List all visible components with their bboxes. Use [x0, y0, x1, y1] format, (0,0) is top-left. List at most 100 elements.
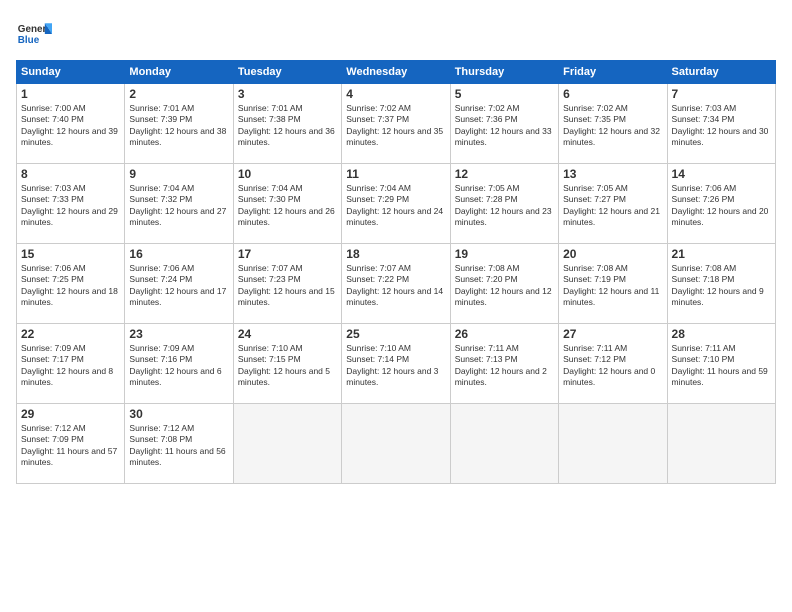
day-info: Sunrise: 7:09 AM Sunset: 7:17 PM Dayligh…: [21, 343, 120, 389]
logo-icon: General Blue: [16, 16, 52, 52]
table-row: 30 Sunrise: 7:12 AM Sunset: 7:08 PM Dayl…: [125, 404, 233, 484]
table-row: [559, 404, 667, 484]
table-row: 27 Sunrise: 7:11 AM Sunset: 7:12 PM Dayl…: [559, 324, 667, 404]
day-info: Sunrise: 7:00 AM Sunset: 7:40 PM Dayligh…: [21, 103, 120, 149]
day-number: 4: [346, 87, 445, 101]
day-number: 28: [672, 327, 771, 341]
day-number: 8: [21, 167, 120, 181]
table-row: 24 Sunrise: 7:10 AM Sunset: 7:15 PM Dayl…: [233, 324, 341, 404]
day-number: 12: [455, 167, 554, 181]
table-row: 8 Sunrise: 7:03 AM Sunset: 7:33 PM Dayli…: [17, 164, 125, 244]
table-row: 22 Sunrise: 7:09 AM Sunset: 7:17 PM Dayl…: [17, 324, 125, 404]
day-info: Sunrise: 7:07 AM Sunset: 7:23 PM Dayligh…: [238, 263, 337, 309]
table-row: 18 Sunrise: 7:07 AM Sunset: 7:22 PM Dayl…: [342, 244, 450, 324]
table-row: 21 Sunrise: 7:08 AM Sunset: 7:18 PM Dayl…: [667, 244, 775, 324]
table-row: 7 Sunrise: 7:03 AM Sunset: 7:34 PM Dayli…: [667, 84, 775, 164]
day-number: 6: [563, 87, 662, 101]
day-number: 2: [129, 87, 228, 101]
day-info: Sunrise: 7:10 AM Sunset: 7:14 PM Dayligh…: [346, 343, 445, 389]
table-row: [233, 404, 341, 484]
table-row: 4 Sunrise: 7:02 AM Sunset: 7:37 PM Dayli…: [342, 84, 450, 164]
table-row: 13 Sunrise: 7:05 AM Sunset: 7:27 PM Dayl…: [559, 164, 667, 244]
day-info: Sunrise: 7:06 AM Sunset: 7:25 PM Dayligh…: [21, 263, 120, 309]
day-info: Sunrise: 7:06 AM Sunset: 7:24 PM Dayligh…: [129, 263, 228, 309]
day-info: Sunrise: 7:03 AM Sunset: 7:33 PM Dayligh…: [21, 183, 120, 229]
day-number: 20: [563, 247, 662, 261]
col-friday: Friday: [559, 61, 667, 84]
day-info: Sunrise: 7:07 AM Sunset: 7:22 PM Dayligh…: [346, 263, 445, 309]
day-number: 23: [129, 327, 228, 341]
calendar-table: Sunday Monday Tuesday Wednesday Thursday…: [16, 60, 776, 484]
day-number: 24: [238, 327, 337, 341]
day-info: Sunrise: 7:08 AM Sunset: 7:19 PM Dayligh…: [563, 263, 662, 309]
table-row: 23 Sunrise: 7:09 AM Sunset: 7:16 PM Dayl…: [125, 324, 233, 404]
day-number: 10: [238, 167, 337, 181]
table-row: 16 Sunrise: 7:06 AM Sunset: 7:24 PM Dayl…: [125, 244, 233, 324]
col-thursday: Thursday: [450, 61, 558, 84]
calendar-week-row: 29 Sunrise: 7:12 AM Sunset: 7:09 PM Dayl…: [17, 404, 776, 484]
day-number: 22: [21, 327, 120, 341]
day-info: Sunrise: 7:09 AM Sunset: 7:16 PM Dayligh…: [129, 343, 228, 389]
table-row: 12 Sunrise: 7:05 AM Sunset: 7:28 PM Dayl…: [450, 164, 558, 244]
table-row: 19 Sunrise: 7:08 AM Sunset: 7:20 PM Dayl…: [450, 244, 558, 324]
table-row: 17 Sunrise: 7:07 AM Sunset: 7:23 PM Dayl…: [233, 244, 341, 324]
day-info: Sunrise: 7:04 AM Sunset: 7:32 PM Dayligh…: [129, 183, 228, 229]
day-number: 25: [346, 327, 445, 341]
col-monday: Monday: [125, 61, 233, 84]
day-info: Sunrise: 7:12 AM Sunset: 7:09 PM Dayligh…: [21, 423, 120, 469]
logo: General Blue: [16, 16, 52, 52]
day-info: Sunrise: 7:12 AM Sunset: 7:08 PM Dayligh…: [129, 423, 228, 469]
day-number: 14: [672, 167, 771, 181]
day-number: 5: [455, 87, 554, 101]
day-number: 11: [346, 167, 445, 181]
day-number: 26: [455, 327, 554, 341]
table-row: 10 Sunrise: 7:04 AM Sunset: 7:30 PM Dayl…: [233, 164, 341, 244]
day-info: Sunrise: 7:10 AM Sunset: 7:15 PM Dayligh…: [238, 343, 337, 389]
day-info: Sunrise: 7:02 AM Sunset: 7:36 PM Dayligh…: [455, 103, 554, 149]
table-row: 9 Sunrise: 7:04 AM Sunset: 7:32 PM Dayli…: [125, 164, 233, 244]
col-saturday: Saturday: [667, 61, 775, 84]
day-number: 17: [238, 247, 337, 261]
table-row: 11 Sunrise: 7:04 AM Sunset: 7:29 PM Dayl…: [342, 164, 450, 244]
day-info: Sunrise: 7:04 AM Sunset: 7:29 PM Dayligh…: [346, 183, 445, 229]
table-row: [342, 404, 450, 484]
day-number: 30: [129, 407, 228, 421]
calendar-week-row: 1 Sunrise: 7:00 AM Sunset: 7:40 PM Dayli…: [17, 84, 776, 164]
day-number: 9: [129, 167, 228, 181]
day-number: 18: [346, 247, 445, 261]
day-number: 19: [455, 247, 554, 261]
day-info: Sunrise: 7:11 AM Sunset: 7:13 PM Dayligh…: [455, 343, 554, 389]
day-number: 21: [672, 247, 771, 261]
calendar-week-row: 8 Sunrise: 7:03 AM Sunset: 7:33 PM Dayli…: [17, 164, 776, 244]
day-info: Sunrise: 7:08 AM Sunset: 7:18 PM Dayligh…: [672, 263, 771, 309]
col-tuesday: Tuesday: [233, 61, 341, 84]
calendar-week-row: 22 Sunrise: 7:09 AM Sunset: 7:17 PM Dayl…: [17, 324, 776, 404]
svg-text:Blue: Blue: [18, 35, 40, 46]
day-number: 7: [672, 87, 771, 101]
calendar-header-row: Sunday Monday Tuesday Wednesday Thursday…: [17, 61, 776, 84]
day-info: Sunrise: 7:01 AM Sunset: 7:38 PM Dayligh…: [238, 103, 337, 149]
calendar-container: General Blue Sunday Monday Tuesday Wedne…: [0, 0, 792, 612]
day-info: Sunrise: 7:01 AM Sunset: 7:39 PM Dayligh…: [129, 103, 228, 149]
day-info: Sunrise: 7:06 AM Sunset: 7:26 PM Dayligh…: [672, 183, 771, 229]
table-row: [450, 404, 558, 484]
day-info: Sunrise: 7:03 AM Sunset: 7:34 PM Dayligh…: [672, 103, 771, 149]
table-row: 25 Sunrise: 7:10 AM Sunset: 7:14 PM Dayl…: [342, 324, 450, 404]
table-row: 29 Sunrise: 7:12 AM Sunset: 7:09 PM Dayl…: [17, 404, 125, 484]
day-info: Sunrise: 7:05 AM Sunset: 7:28 PM Dayligh…: [455, 183, 554, 229]
table-row: 3 Sunrise: 7:01 AM Sunset: 7:38 PM Dayli…: [233, 84, 341, 164]
table-row: 20 Sunrise: 7:08 AM Sunset: 7:19 PM Dayl…: [559, 244, 667, 324]
day-info: Sunrise: 7:04 AM Sunset: 7:30 PM Dayligh…: [238, 183, 337, 229]
table-row: 1 Sunrise: 7:00 AM Sunset: 7:40 PM Dayli…: [17, 84, 125, 164]
col-sunday: Sunday: [17, 61, 125, 84]
calendar-week-row: 15 Sunrise: 7:06 AM Sunset: 7:25 PM Dayl…: [17, 244, 776, 324]
table-row: 15 Sunrise: 7:06 AM Sunset: 7:25 PM Dayl…: [17, 244, 125, 324]
day-number: 29: [21, 407, 120, 421]
table-row: [667, 404, 775, 484]
header: General Blue: [16, 16, 776, 52]
table-row: 14 Sunrise: 7:06 AM Sunset: 7:26 PM Dayl…: [667, 164, 775, 244]
day-number: 15: [21, 247, 120, 261]
table-row: 28 Sunrise: 7:11 AM Sunset: 7:10 PM Dayl…: [667, 324, 775, 404]
day-info: Sunrise: 7:02 AM Sunset: 7:37 PM Dayligh…: [346, 103, 445, 149]
day-number: 3: [238, 87, 337, 101]
